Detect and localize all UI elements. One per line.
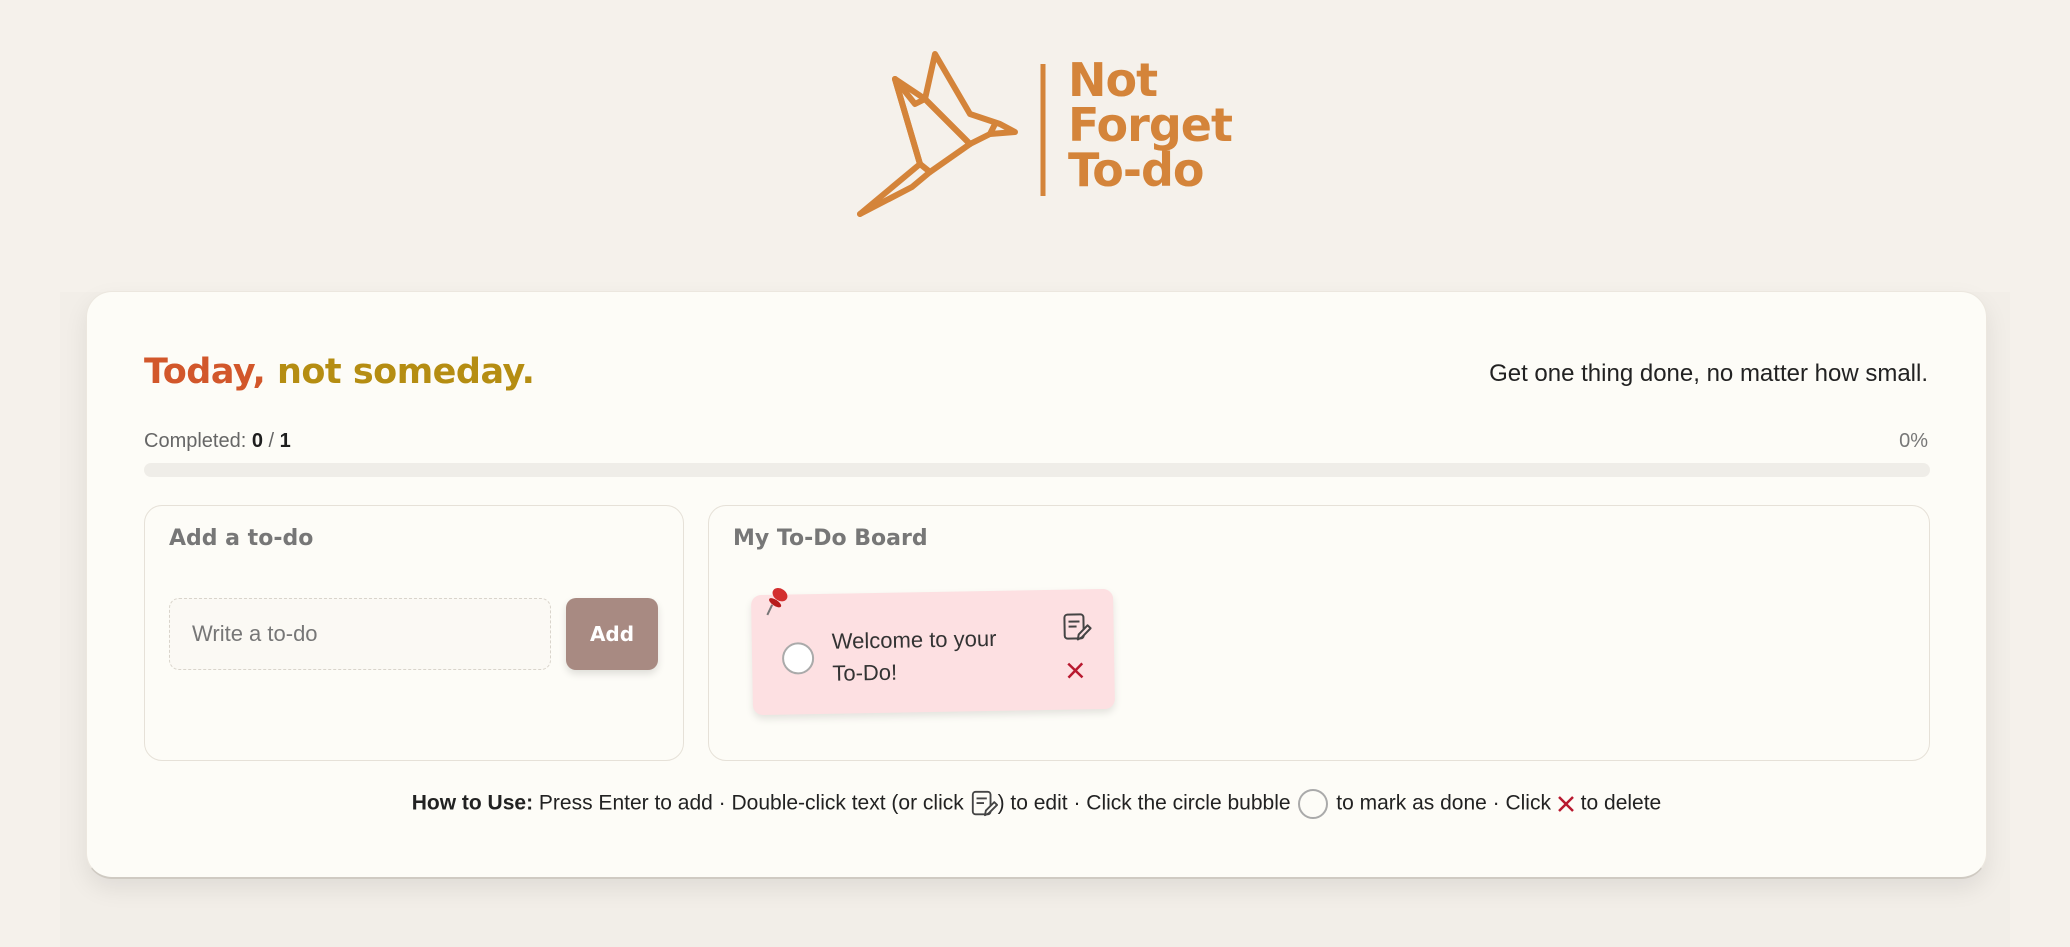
completed-counter: Completed: 0 / 1: [144, 430, 291, 453]
logo-line-2: Forget: [1068, 98, 1233, 152]
logo-line-3: To-do: [1068, 143, 1204, 197]
pushpin-icon: [766, 587, 788, 616]
howto-part3: to mark as done · Click: [1336, 791, 1551, 815]
edit-icon[interactable]: [1061, 611, 1092, 644]
note-text[interactable]: Welcome to your To-Do!: [832, 622, 1023, 689]
delete-icon[interactable]: [1066, 661, 1084, 679]
add-todo-panel: Add a to-do Add: [144, 505, 684, 761]
todo-input[interactable]: [169, 598, 551, 670]
add-panel-title: Add a to-do: [169, 526, 314, 551]
progress-bar: [144, 463, 1930, 477]
logo-wordmark: Not Forget To-do: [1068, 53, 1233, 197]
edit-icon: [971, 790, 998, 817]
how-to-use: How to Use: Press Enter to add · Double-…: [87, 788, 1986, 820]
app-logo: Not Forget To-do: [850, 44, 1233, 224]
origami-bird-icon: [857, 51, 1046, 217]
mark-done-button[interactable]: [781, 642, 815, 675]
howto-part2: ) to edit · Click the circle bubble: [997, 791, 1291, 815]
tagline-part2: not someday.: [276, 352, 535, 392]
logo-line-1: Not: [1068, 53, 1158, 107]
progress-percent: 0%: [1899, 430, 1928, 452]
completed-separator: /: [268, 430, 275, 452]
board-title: My To-Do Board: [733, 526, 928, 551]
todo-note[interactable]: Welcome to your To-Do!: [750, 587, 1116, 716]
circle-bubble-icon: [1298, 789, 1329, 819]
delete-icon: [1557, 796, 1574, 812]
howto-part1: Press Enter to add · Double-click text (…: [538, 791, 964, 815]
todo-board-panel: My To-Do Board Welcome to your To-Do!: [708, 505, 1930, 761]
tagline: Today, not someday.: [144, 352, 535, 392]
completed-label: Completed:: [144, 430, 247, 452]
add-button[interactable]: Add: [566, 598, 658, 670]
tagline-part1: Today,: [144, 352, 266, 392]
howto-part4: to delete: [1580, 791, 1662, 815]
completed-total: 1: [279, 430, 291, 452]
completed-done: 0: [251, 430, 263, 452]
howto-label: How to Use:: [411, 791, 534, 815]
motto: Get one thing done, no matter how small.: [1489, 360, 1928, 387]
main-card: Today, not someday. Get one thing done, …: [86, 291, 1987, 879]
